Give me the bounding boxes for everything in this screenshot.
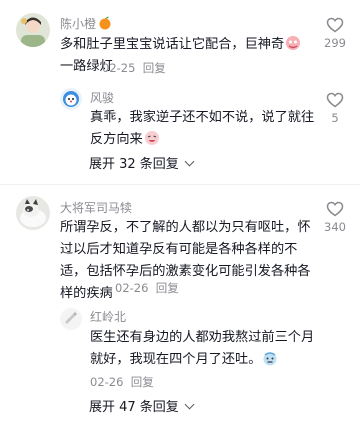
reply-text[interactable]: 医生还有身边的人都劝我熬过前三个月 就好，我现在四个月了还吐。 <box>90 327 318 371</box>
comment-date: 02-26 <box>115 281 149 295</box>
reply-avatar[interactable] <box>60 88 82 110</box>
comment-meta: 02-25 回复 <box>102 60 166 76</box>
heart-outline-icon <box>326 92 344 108</box>
reply-username[interactable]: 红岭北 <box>90 309 126 325</box>
comment-item: 陈小橙 多和肚子里宝宝说话让它配合，巨神奇 一路绿灯 02-25 回复 299 … <box>0 0 360 180</box>
comment-text[interactable]: 所谓孕反，不了解的人都以为只有呕吐，怀 过以后才知道孕反有可能是各种各样的不 适… <box>60 217 315 305</box>
chevron-down-icon <box>184 156 195 167</box>
sweating-emoji-icon <box>262 350 278 366</box>
like-count: 299 <box>324 36 346 50</box>
laughing-emoji-icon <box>144 130 160 146</box>
like-count: 340 <box>324 220 346 234</box>
reply-button[interactable]: 回复 <box>156 281 179 295</box>
reply-avatar[interactable] <box>60 308 82 330</box>
reply-button[interactable]: 回复 <box>131 375 154 389</box>
comment-meta: 02-26 回复 <box>115 280 179 296</box>
reply-date: 02-26 <box>90 375 124 389</box>
reply-meta: 02-26 回复 <box>90 374 154 390</box>
reply-like-button[interactable]: 5 <box>318 92 352 125</box>
chevron-down-icon <box>184 399 195 410</box>
username[interactable]: 陈小橙 <box>60 16 112 34</box>
comment-text[interactable]: 多和肚子里宝宝说话让它配合，巨神奇 一路绿灯 <box>60 34 310 78</box>
heart-outline-icon <box>326 17 344 33</box>
expand-replies-button[interactable]: 展开 47 条回复 <box>89 396 195 415</box>
comment-date: 02-25 <box>102 61 136 75</box>
like-button[interactable]: 299 <box>318 17 352 50</box>
like-button[interactable]: 340 <box>318 201 352 234</box>
divider <box>0 184 360 185</box>
avatar[interactable] <box>16 196 50 230</box>
username[interactable]: 大将军司马犊 <box>60 200 132 216</box>
like-count: 5 <box>331 111 339 125</box>
orange-emoji-icon <box>98 16 112 34</box>
heart-outline-icon <box>326 201 344 217</box>
expand-replies-button[interactable]: 展开 32 条回复 <box>89 153 195 172</box>
reply-text[interactable]: 真乖，我家逆子还不如不说，说了就往 反方向来 <box>90 107 315 151</box>
avatar[interactable] <box>16 13 50 47</box>
comment-item: 大将军司马犊 所谓孕反，不了解的人都以为只有呕吐，怀 过以后才知道孕反有可能是各… <box>0 188 360 431</box>
crying-emoji-icon <box>285 35 301 51</box>
reply-button[interactable]: 回复 <box>143 61 166 75</box>
reply-username[interactable]: 风骏 <box>90 90 114 106</box>
